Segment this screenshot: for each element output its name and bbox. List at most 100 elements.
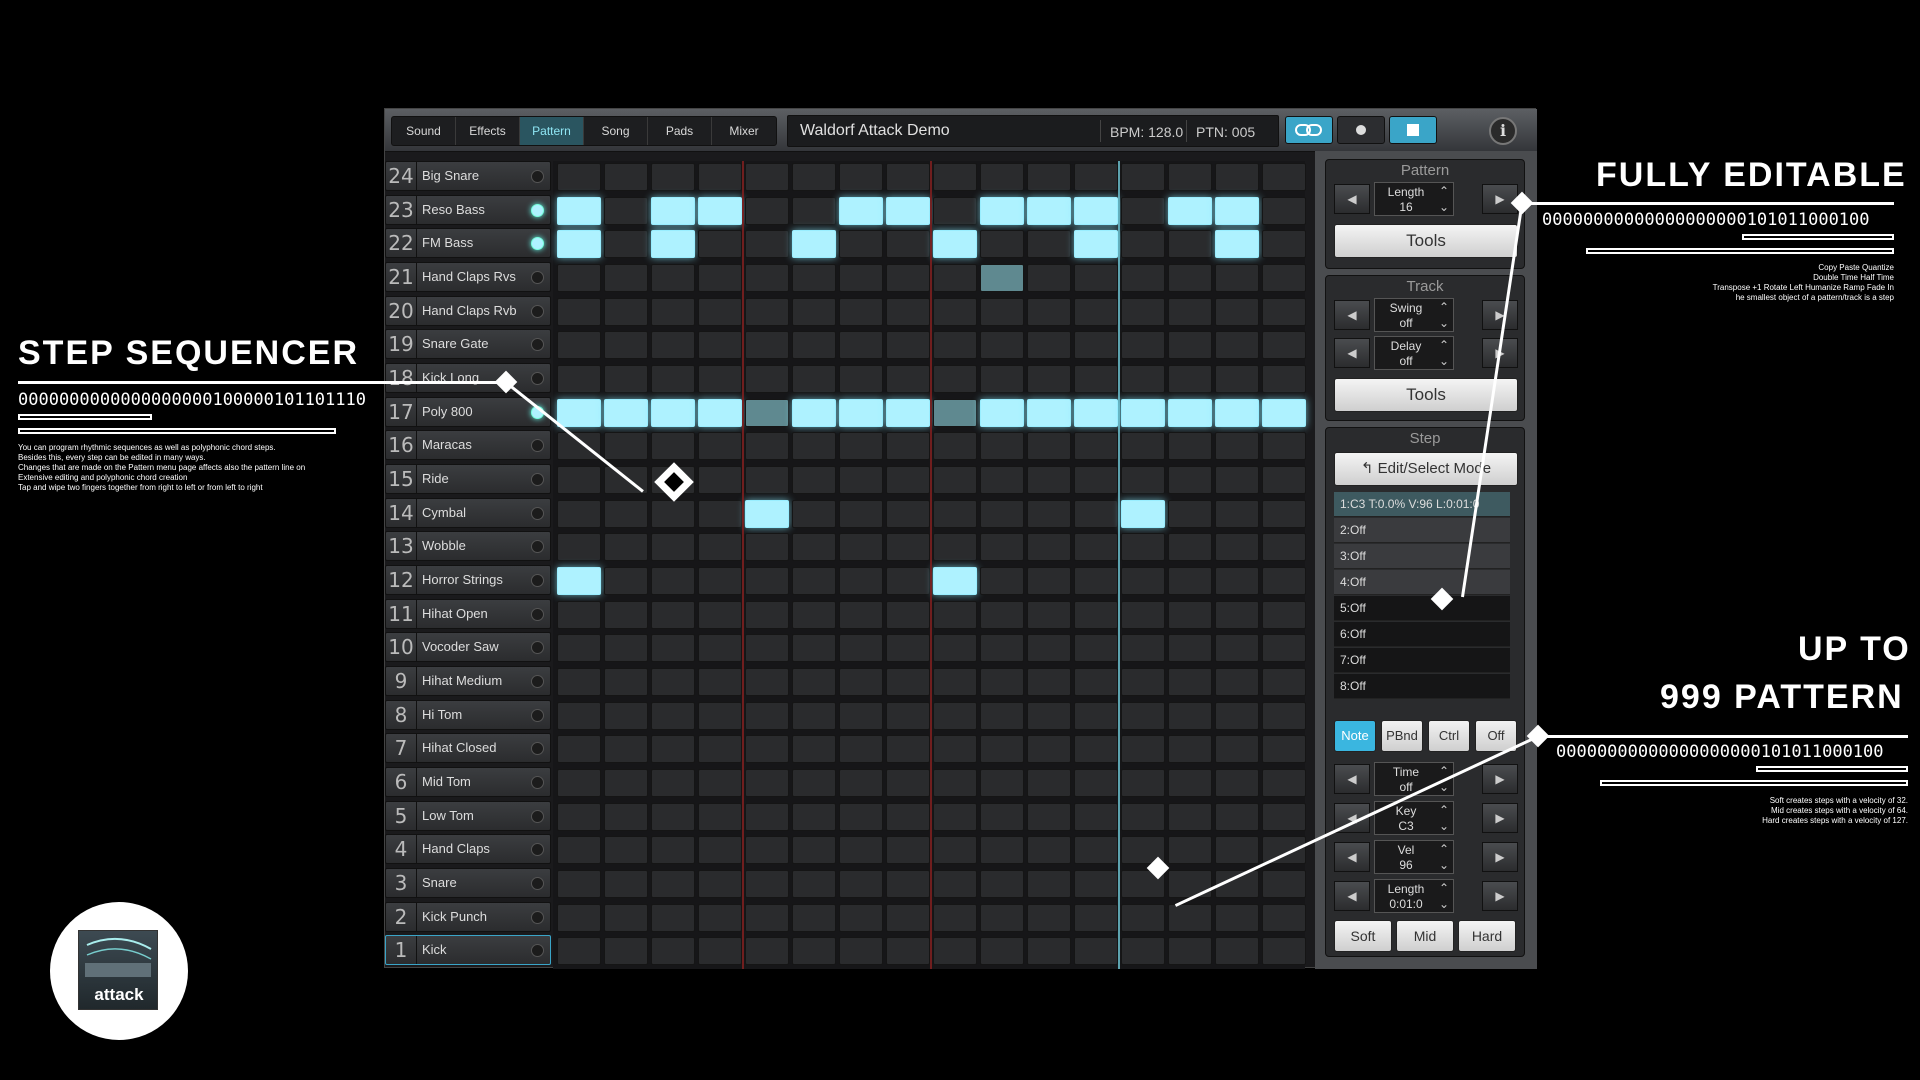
stop-button[interactable] [1389,116,1437,144]
step-cell[interactable] [792,331,836,359]
step-cell[interactable] [886,365,930,393]
step-cell[interactable] [886,466,930,494]
step-cell[interactable] [886,399,930,427]
step-cell[interactable] [1215,735,1259,763]
step-list-item[interactable]: 3:Off [1334,544,1510,569]
step-cell[interactable] [980,601,1024,629]
step-cell[interactable] [1215,197,1259,225]
track-activity-led[interactable] [531,742,544,755]
step-cell[interactable] [1121,634,1165,662]
step-cell[interactable] [557,702,601,730]
step-cell[interactable] [933,432,977,460]
velocity-mid-button[interactable]: Mid [1396,920,1454,952]
step-cell[interactable] [604,264,648,292]
step-cell[interactable] [1168,466,1212,494]
step-cell[interactable] [604,904,648,932]
step-cell[interactable] [792,163,836,191]
step-cell[interactable] [886,331,930,359]
step-cell[interactable] [1215,668,1259,696]
step-cell[interactable] [1262,399,1306,427]
track-8[interactable]: 8 Hi Tom [385,700,551,730]
step-cell[interactable] [698,432,742,460]
track-activity-led[interactable] [531,507,544,520]
step-cell[interactable] [651,500,695,528]
step-cell[interactable] [557,803,601,831]
step-cell[interactable] [651,264,695,292]
track-activity-led[interactable] [531,540,544,553]
step-cell[interactable] [1168,769,1212,797]
step-cell[interactable] [698,634,742,662]
step-cell[interactable] [604,533,648,561]
step-list-item[interactable]: 6:Off [1334,622,1510,647]
step-cell[interactable] [792,904,836,932]
step-cell[interactable] [1121,230,1165,258]
step-cell[interactable] [839,702,883,730]
step-cell[interactable] [933,668,977,696]
step-cell[interactable] [980,634,1024,662]
step-cell[interactable] [1074,904,1118,932]
step-cell[interactable] [557,533,601,561]
step-cell[interactable] [1074,365,1118,393]
step-cell[interactable] [792,735,836,763]
step-cell[interactable] [1215,230,1259,258]
step-cell[interactable] [792,769,836,797]
step-cell[interactable] [745,230,789,258]
step-cell[interactable] [1121,702,1165,730]
track-21[interactable]: 21 Hand Claps Rvs [385,262,551,292]
track-10[interactable]: 10 Vocoder Saw [385,632,551,662]
step-cell[interactable] [933,365,977,393]
step-cell[interactable] [557,230,601,258]
track-activity-led[interactable] [531,641,544,654]
tab-song[interactable]: Song [584,117,648,145]
step-cell[interactable] [557,769,601,797]
delay-left-button[interactable]: ◀ [1334,338,1370,368]
step-cell[interactable] [604,298,648,326]
step-cell[interactable] [557,264,601,292]
tab-mixer[interactable]: Mixer [712,117,776,145]
step-cell[interactable] [792,432,836,460]
step-cell[interactable] [933,937,977,965]
step-cell[interactable] [604,365,648,393]
step-cell[interactable] [557,331,601,359]
step-cell[interactable] [651,702,695,730]
step-cell[interactable] [839,634,883,662]
step-cell[interactable] [1027,904,1071,932]
step-cell[interactable] [1027,735,1071,763]
step-cell[interactable] [839,163,883,191]
step-cell[interactable] [1121,197,1165,225]
step-cell[interactable] [886,298,930,326]
step-cell[interactable] [1074,264,1118,292]
step-cell[interactable] [698,197,742,225]
step-cell[interactable] [980,163,1024,191]
track-activity-led[interactable] [531,170,544,183]
step-cell[interactable] [698,836,742,864]
step-cell[interactable] [557,904,601,932]
step-cell[interactable] [886,702,930,730]
step-cell[interactable] [651,399,695,427]
track-activity-led[interactable] [531,776,544,789]
step-cell[interactable] [745,702,789,730]
step-cell[interactable] [839,836,883,864]
step-cell[interactable] [604,803,648,831]
step-cell[interactable] [1027,870,1071,898]
step-cell[interactable] [1215,432,1259,460]
link-button[interactable] [1285,116,1333,144]
step-cell[interactable] [980,735,1024,763]
step-cell[interactable] [604,197,648,225]
step-cell[interactable] [933,904,977,932]
step-cell[interactable] [604,870,648,898]
step-cell[interactable] [980,500,1024,528]
track-activity-led[interactable] [531,574,544,587]
step-cell[interactable] [839,432,883,460]
step-cell[interactable] [698,365,742,393]
track-activity-led[interactable] [531,709,544,722]
step-cell[interactable] [1121,466,1165,494]
pattern-number-display[interactable]: PTN: 005 [1196,124,1255,140]
step-cell[interactable] [792,500,836,528]
step-cell[interactable] [839,870,883,898]
step-cell[interactable] [557,432,601,460]
track-19[interactable]: 19 Snare Gate [385,329,551,359]
step-cell[interactable] [604,567,648,595]
step-cell[interactable] [933,836,977,864]
step-cell[interactable] [1074,937,1118,965]
